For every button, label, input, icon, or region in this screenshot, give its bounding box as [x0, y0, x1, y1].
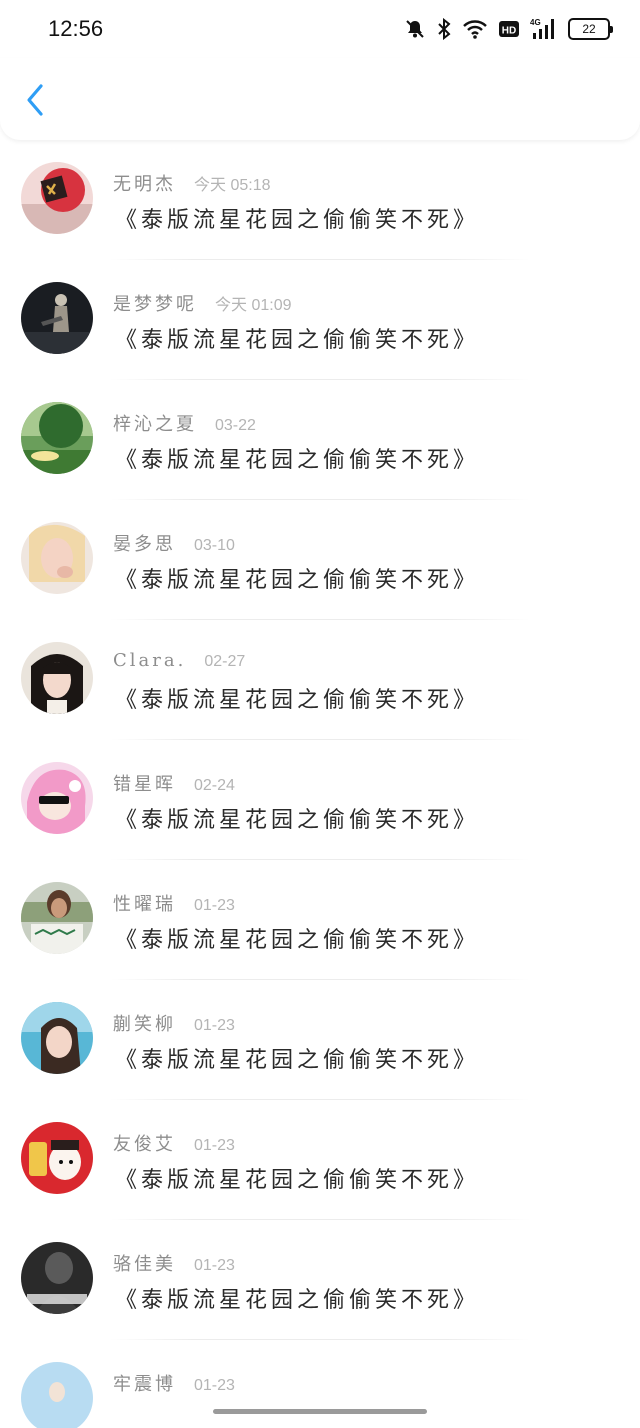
battery-indicator: 22 [568, 18, 613, 40]
comment-meta: Clara. 02-27 [113, 650, 245, 671]
hd-icon: HD [498, 19, 520, 39]
list-item[interactable]: 晏多思 03-10 《泰版流星花园之偷偷笑不死》 [0, 500, 640, 620]
comment-text: 《泰版流星花园之偷偷笑不死》 [115, 208, 480, 233]
comment-text: 《泰版流星花园之偷偷笑不死》 [115, 328, 480, 353]
user-name[interactable]: 梓沁之夏 [113, 410, 197, 436]
comment-time: 03-10 [194, 537, 235, 554]
user-name[interactable]: 性曜瑞 [113, 890, 176, 916]
comment-time: 01-23 [194, 1017, 235, 1034]
signal-icon: 4G [530, 17, 558, 41]
avatar[interactable] [21, 1362, 93, 1428]
comment-meta: 性曜瑞 01-23 [113, 890, 235, 916]
comment-text: 《泰版流星花园之偷偷笑不死》 [115, 1048, 480, 1073]
comment-time: 01-23 [194, 1257, 235, 1274]
user-name[interactable]: 无明杰 [113, 170, 176, 196]
list-item[interactable]: 是梦梦呢 今天 01:09 《泰版流星花园之偷偷笑不死》 [0, 260, 640, 380]
status-bar: 12:56 HD 4G 22 [0, 0, 640, 58]
avatar[interactable] [21, 642, 93, 714]
svg-text:HD: HD [502, 26, 516, 37]
list-item[interactable]: 错星晖 02-24 《泰版流星花园之偷偷笑不死》 [0, 740, 640, 860]
user-name[interactable]: 蒯笑柳 [113, 1010, 176, 1036]
nav-header [0, 58, 640, 140]
comment-time: 02-24 [194, 777, 235, 794]
comment-time: 01-23 [194, 1137, 235, 1154]
comment-text: 《泰版流星花园之偷偷笑不死》 [115, 568, 480, 593]
list-item[interactable]: 友俊艾 01-23 《泰版流星花园之偷偷笑不死》 [0, 1100, 640, 1220]
user-name[interactable]: 是梦梦呢 [113, 290, 197, 316]
home-indicator[interactable] [213, 1409, 427, 1414]
avatar[interactable] [21, 762, 93, 834]
comment-meta: 骆佳美 01-23 [113, 1250, 235, 1276]
status-time: 12:56 [48, 16, 104, 41]
comment-meta: 无明杰 今天 05:18 [113, 170, 271, 196]
list-item[interactable]: 无明杰 今天 05:18 《泰版流星花园之偷偷笑不死》 [0, 140, 640, 260]
comment-list: 无明杰 今天 05:18 《泰版流星花园之偷偷笑不死》 是梦梦呢 今天 01:0… [0, 140, 640, 1428]
wifi-icon [462, 18, 488, 40]
comment-text: 《泰版流星花园之偷偷笑不死》 [115, 808, 480, 833]
comment-time: 今天 01:09 [215, 297, 292, 314]
list-item[interactable]: 牢震博 01-23 [0, 1340, 640, 1428]
avatar[interactable] [21, 1002, 93, 1074]
avatar[interactable] [21, 1122, 93, 1194]
avatar[interactable] [21, 1242, 93, 1314]
list-item[interactable]: 蒯笑柳 01-23 《泰版流星花园之偷偷笑不死》 [0, 980, 640, 1100]
svg-text:4G: 4G [530, 18, 541, 27]
comment-text: 《泰版流星花园之偷偷笑不死》 [115, 688, 480, 713]
avatar[interactable] [21, 402, 93, 474]
user-name[interactable]: 友俊艾 [113, 1130, 176, 1156]
comment-time: 01-23 [194, 1377, 235, 1394]
bluetooth-icon [436, 18, 452, 40]
comment-time: 03-22 [215, 417, 256, 434]
avatar[interactable] [21, 882, 93, 954]
list-item[interactable]: Clara. 02-27 《泰版流星花园之偷偷笑不死》 [0, 620, 640, 740]
user-name[interactable]: Clara. [113, 650, 186, 671]
comment-meta: 梓沁之夏 03-22 [113, 410, 256, 436]
avatar[interactable] [21, 282, 93, 354]
comment-meta: 友俊艾 01-23 [113, 1130, 235, 1156]
back-button[interactable] [18, 80, 52, 120]
comment-time: 02-27 [204, 653, 246, 670]
list-item[interactable]: 性曜瑞 01-23 《泰版流星花园之偷偷笑不死》 [0, 860, 640, 980]
avatar[interactable] [21, 522, 93, 594]
comment-meta: 蒯笑柳 01-23 [113, 1010, 235, 1036]
list-item[interactable]: 梓沁之夏 03-22 《泰版流星花园之偷偷笑不死》 [0, 380, 640, 500]
screen: 12:56 HD 4G 22 无明杰 今天 05:18 《泰版流星花园之偷偷笑不… [0, 0, 640, 1428]
user-name[interactable]: 牢震博 [113, 1370, 176, 1396]
comment-text: 《泰版流星花园之偷偷笑不死》 [115, 448, 480, 473]
list-item[interactable]: 骆佳美 01-23 《泰版流星花园之偷偷笑不死》 [0, 1220, 640, 1340]
mute-bell-icon [404, 18, 426, 40]
comment-time: 今天 05:18 [194, 177, 271, 194]
user-name[interactable]: 错星晖 [113, 770, 176, 796]
comment-meta: 是梦梦呢 今天 01:09 [113, 290, 292, 316]
comment-text: 《泰版流星花园之偷偷笑不死》 [115, 1168, 480, 1193]
user-name[interactable]: 晏多思 [113, 530, 176, 556]
comment-text: 《泰版流星花园之偷偷笑不死》 [115, 928, 480, 953]
avatar[interactable] [21, 162, 93, 234]
comment-time: 01-23 [194, 897, 235, 914]
status-icons: HD 4G 22 [404, 17, 613, 41]
comment-meta: 牢震博 01-23 [113, 1370, 235, 1396]
comment-meta: 错星晖 02-24 [113, 770, 235, 796]
chevron-left-icon [27, 84, 43, 116]
comment-text: 《泰版流星花园之偷偷笑不死》 [115, 1288, 480, 1313]
user-name[interactable]: 骆佳美 [113, 1250, 176, 1276]
comment-meta: 晏多思 03-10 [113, 530, 235, 556]
